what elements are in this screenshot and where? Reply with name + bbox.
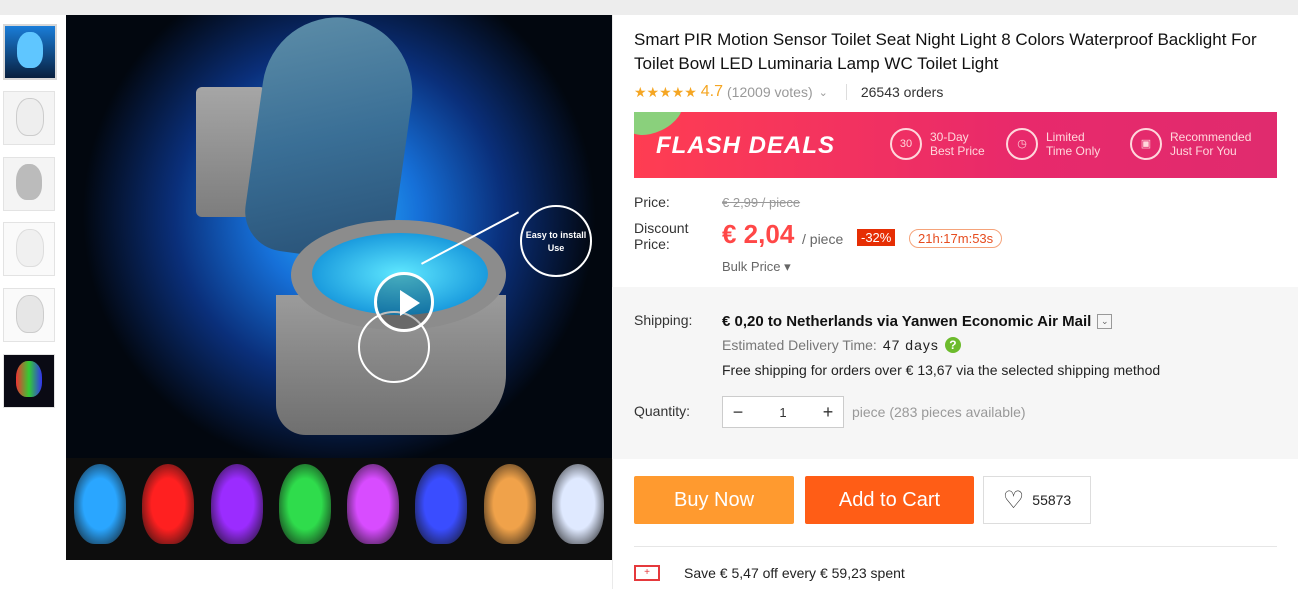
heart-icon: ♡ xyxy=(1002,486,1025,514)
main-product-image[interactable]: Easy to install Use xyxy=(66,15,612,458)
wishlist-count: 55873 xyxy=(1032,492,1072,508)
color-variant-5 xyxy=(339,458,408,560)
color-variant-1 xyxy=(66,458,135,560)
color-variant-8 xyxy=(543,458,612,560)
clock-icon: ◷ xyxy=(1006,128,1038,160)
flash-deals-banner[interactable]: FLASH DEALS 30 30-Day Best Price ◷ Limite… xyxy=(634,112,1277,178)
add-to-cart-button[interactable]: Add to Cart xyxy=(805,476,974,524)
thumbnail-1[interactable] xyxy=(3,24,57,80)
install-callout: Easy to install Use xyxy=(520,205,592,277)
thumbnail-4[interactable] xyxy=(3,222,55,276)
feature-line: Limited xyxy=(1046,130,1085,144)
thumbnail-5[interactable] xyxy=(3,288,55,342)
feature-line: Just For You xyxy=(1170,144,1237,158)
color-variants-strip xyxy=(66,458,612,560)
quantity-input[interactable]: 1 xyxy=(753,405,813,420)
price-label: Price: xyxy=(634,194,670,210)
estimated-delivery: Estimated Delivery Time: 47 days ? xyxy=(722,337,961,353)
help-icon[interactable]: ? xyxy=(944,337,961,353)
discount-price-label: Discount Price: xyxy=(634,220,688,252)
free-shipping-note: Free shipping for orders over € 13,67 vi… xyxy=(722,362,1161,378)
chevron-down-icon[interactable]: ⌄ xyxy=(819,86,828,99)
thumbnail-2[interactable] xyxy=(3,91,55,145)
rating-value: 4.7 xyxy=(700,83,724,100)
edt-label: Estimated Delivery Time: xyxy=(722,337,877,353)
feature-line: Time Only xyxy=(1046,144,1101,158)
product-title: Smart PIR Motion Sensor Toilet Seat Nigh… xyxy=(634,30,1257,73)
coupon-text: Save € 5,47 off every € 59,23 spent xyxy=(684,565,905,581)
color-variant-3 xyxy=(202,458,271,560)
flash-deals-title: FLASH DEALS xyxy=(656,132,835,159)
feature-limited-time: ◷ Limited Time Only xyxy=(1006,128,1100,160)
shipping-method-text[interactable]: € 0,20 to Netherlands via Yanwen Economi… xyxy=(722,313,1091,330)
wishlist-button[interactable]: ♡ 55873 xyxy=(983,476,1091,524)
glow-graphic xyxy=(74,464,126,544)
glow-graphic xyxy=(210,464,263,544)
feature-line: 30-Day xyxy=(930,130,969,144)
quantity-label: Quantity: xyxy=(634,403,691,419)
star-rating-icon: ★★★★★ xyxy=(634,83,697,100)
glow-graphic xyxy=(415,464,468,544)
separator xyxy=(845,84,847,100)
glow-graphic xyxy=(347,464,399,544)
shipping-method[interactable]: € 0,20 to Netherlands via Yanwen Economi… xyxy=(722,313,1113,330)
orders-count: 26543 orders xyxy=(860,84,944,100)
discount-label-line: Discount xyxy=(634,220,689,236)
buy-now-button[interactable]: Buy Now xyxy=(634,476,794,524)
feature-line: Best Price xyxy=(930,144,985,158)
countdown-timer: 21h:17m:53s xyxy=(909,229,1003,248)
play-icon xyxy=(400,290,420,316)
top-bar xyxy=(0,0,1298,15)
votes-count[interactable]: (12009 votes) xyxy=(727,84,813,100)
color-variant-7 xyxy=(475,458,544,560)
discount-label-line: Price: xyxy=(634,236,670,252)
original-price: € 2,99 / piece xyxy=(722,195,801,210)
glow-graphic xyxy=(278,464,331,544)
chevron-down-icon[interactable]: ⌄ xyxy=(1097,314,1113,329)
feature-best-price: 30 30-Day Best Price xyxy=(890,128,985,160)
install-label-2: Use xyxy=(547,243,565,253)
quantity-stepper: − 1 + xyxy=(722,396,844,428)
thirty-day-icon: 30 xyxy=(890,128,922,160)
bulk-price-dropdown[interactable]: Bulk Price ▾ xyxy=(722,259,791,275)
plus-icon[interactable]: + xyxy=(813,402,843,423)
glow-graphic xyxy=(483,464,536,544)
rating-row: ★★★★★ 4.7 (12009 votes) ⌄ 26543 orders xyxy=(634,82,943,102)
gift-icon: ▣ xyxy=(1130,128,1162,160)
glow-graphic xyxy=(142,464,195,544)
coupon-icon: + xyxy=(634,565,660,581)
feature-recommended: ▣ Recommended Just For You xyxy=(1130,128,1251,160)
color-variant-6 xyxy=(407,458,476,560)
color-variant-4 xyxy=(270,458,339,560)
shipping-label: Shipping: xyxy=(634,312,693,328)
install-label-1: Easy to install xyxy=(525,230,587,240)
pieces-available: piece (283 pieces available) xyxy=(852,404,1026,420)
divider xyxy=(634,546,1277,547)
minus-icon[interactable]: − xyxy=(723,402,753,423)
discount-badge: -32% xyxy=(857,229,896,246)
thumbnail-3[interactable] xyxy=(3,157,55,211)
glow-graphic xyxy=(551,464,604,544)
edt-days: 47 days xyxy=(882,337,939,353)
discount-price: € 2,04 xyxy=(722,219,795,249)
color-variant-2 xyxy=(134,458,203,560)
thumbnail-6[interactable] xyxy=(3,354,55,408)
play-video-button[interactable] xyxy=(374,272,434,332)
feature-line: Recommended xyxy=(1170,130,1252,144)
per-piece-label: / piece xyxy=(802,231,844,247)
